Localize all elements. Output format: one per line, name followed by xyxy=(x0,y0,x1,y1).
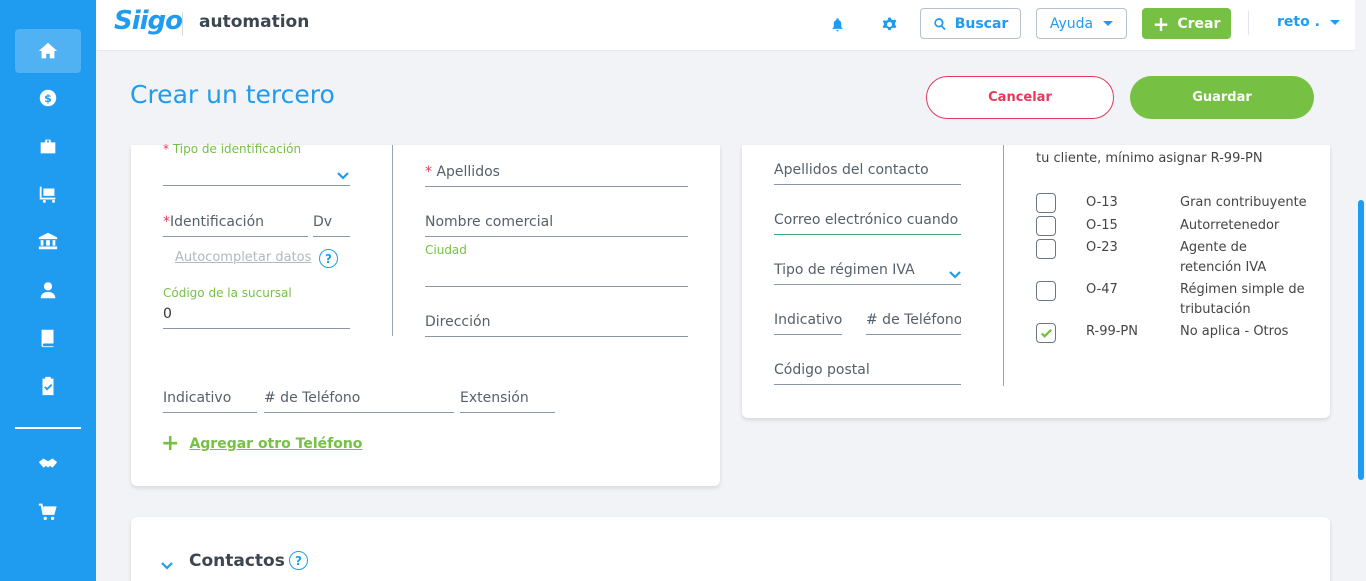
help-label: Ayuda xyxy=(1049,15,1094,32)
sales-bag-icon[interactable] xyxy=(15,124,81,168)
user-label: reto . xyxy=(1277,14,1320,30)
telefono-field[interactable]: # de Teléfono xyxy=(264,387,454,413)
help-dropdown[interactable]: Ayuda xyxy=(1036,8,1127,39)
gear-icon[interactable] xyxy=(878,13,900,35)
add-phone-label: Agregar otro Teléfono xyxy=(189,436,363,452)
money-icon[interactable]: $ xyxy=(15,76,81,120)
contact-telefono-field[interactable]: # de Teléfono xyxy=(866,309,961,335)
search-label: Buscar xyxy=(954,15,1009,32)
handshake-icon[interactable] xyxy=(15,442,81,486)
tipo-identificacion-label: * Tipo de identificación xyxy=(163,142,302,156)
column-divider xyxy=(392,145,393,336)
checkbox-o-47[interactable] xyxy=(1036,281,1056,301)
apellidos-field[interactable]: * Apellidos xyxy=(425,161,688,187)
indicativo-field[interactable]: Indicativo xyxy=(163,387,257,413)
create-button[interactable]: + Crear xyxy=(1142,8,1231,39)
resp-code: O-23 xyxy=(1086,240,1118,255)
user-menu[interactable]: reto . xyxy=(1277,14,1340,30)
check-icon xyxy=(1040,328,1052,338)
contact-indicativo-field[interactable]: Indicativo xyxy=(774,309,842,335)
resp-code: O-13 xyxy=(1086,195,1118,210)
checkbox-o-13[interactable] xyxy=(1036,193,1056,213)
resp-desc: Gran contribuyente xyxy=(1180,195,1307,210)
checkbox-o-15[interactable] xyxy=(1036,216,1056,236)
topbar-separator xyxy=(1248,11,1249,35)
siigo-logo[interactable]: Siigo xyxy=(114,6,183,36)
inventory-cart-icon[interactable] xyxy=(15,172,81,216)
contacts-card xyxy=(131,517,1330,581)
person-icon[interactable] xyxy=(15,268,81,312)
nombre-comercial-field[interactable]: Nombre comercial xyxy=(425,211,688,237)
tipo-identificacion-select[interactable] xyxy=(163,160,350,186)
plus-icon: + xyxy=(161,431,180,456)
search-icon xyxy=(934,17,946,30)
correo-field[interactable]: Correo electrónico cuando aplique xyxy=(774,209,961,235)
page-title: Crear un tercero xyxy=(130,80,335,109)
create-label: Crear xyxy=(1177,15,1221,32)
tipo-regimen-select[interactable]: Tipo de régimen IVA xyxy=(774,259,961,285)
apellidos-contacto-field[interactable]: Apellidos del contacto xyxy=(774,159,961,185)
clipboard-icon[interactable] xyxy=(15,364,81,408)
cancel-button[interactable]: Cancelar xyxy=(926,76,1114,119)
contacts-title: Contactos xyxy=(189,551,285,571)
cart-icon[interactable] xyxy=(15,490,81,534)
bank-icon[interactable] xyxy=(15,219,81,263)
extension-field[interactable]: Extensión xyxy=(460,387,555,413)
codigo-sucursal-field[interactable]: 0 xyxy=(163,303,350,329)
resp-desc: Agente de retención IVA xyxy=(1180,240,1267,275)
responsabilidades-text: tu cliente, mínimo asignar R-99-PN xyxy=(1036,151,1263,166)
save-button[interactable]: Guardar xyxy=(1130,76,1314,119)
checkbox-r-99-pn[interactable] xyxy=(1036,323,1056,343)
svg-text:$: $ xyxy=(44,92,52,105)
resp-desc: No aplica - Otros xyxy=(1180,324,1289,339)
autocompletar-link[interactable]: Autocompletar datos xyxy=(175,250,311,265)
top-bar: Siigo automation Buscar Ayuda + Crear re… xyxy=(96,0,1355,51)
ciudad-label: Ciudad xyxy=(425,243,467,257)
sidebar: $ xyxy=(0,0,96,581)
sidebar-divider xyxy=(15,427,81,429)
caret-down-icon xyxy=(1103,21,1114,26)
codigo-sucursal-label: Código de la sucursal xyxy=(163,286,292,300)
home-icon[interactable] xyxy=(15,29,81,73)
resp-code: O-15 xyxy=(1086,218,1118,233)
scrollbar-thumb[interactable] xyxy=(1358,200,1364,480)
plus-icon: + xyxy=(1152,11,1170,36)
bell-icon[interactable] xyxy=(826,13,848,35)
dv-field[interactable]: Dv xyxy=(313,211,350,237)
scrollbar[interactable] xyxy=(1355,0,1366,581)
codigo-postal-field[interactable]: Código postal xyxy=(774,359,961,385)
direccion-field[interactable]: Dirección xyxy=(425,311,688,337)
resp-desc: Régimen simple de tributación xyxy=(1180,282,1305,317)
add-phone-link[interactable]: + Agregar otro Teléfono xyxy=(161,431,363,456)
search-button[interactable]: Buscar xyxy=(920,8,1021,39)
company-name: automation xyxy=(199,12,310,32)
caret-down-icon xyxy=(1329,19,1340,25)
identificacion-field[interactable]: *Identificación xyxy=(163,211,308,237)
chevron-down-icon[interactable] xyxy=(160,558,174,572)
resp-code: R-99-PN xyxy=(1086,324,1138,339)
book-icon[interactable] xyxy=(15,316,81,360)
ciudad-field[interactable] xyxy=(425,261,688,287)
chevron-down-icon xyxy=(336,168,350,182)
resp-desc: Autorretenedor xyxy=(1180,218,1280,233)
chevron-down-icon xyxy=(948,267,962,281)
checkbox-o-23[interactable] xyxy=(1036,239,1056,259)
help-icon[interactable]: ? xyxy=(289,551,308,570)
help-icon[interactable]: ? xyxy=(319,249,338,268)
column-divider xyxy=(1003,145,1004,386)
resp-code: O-47 xyxy=(1086,282,1118,297)
logo-separator xyxy=(182,12,183,36)
